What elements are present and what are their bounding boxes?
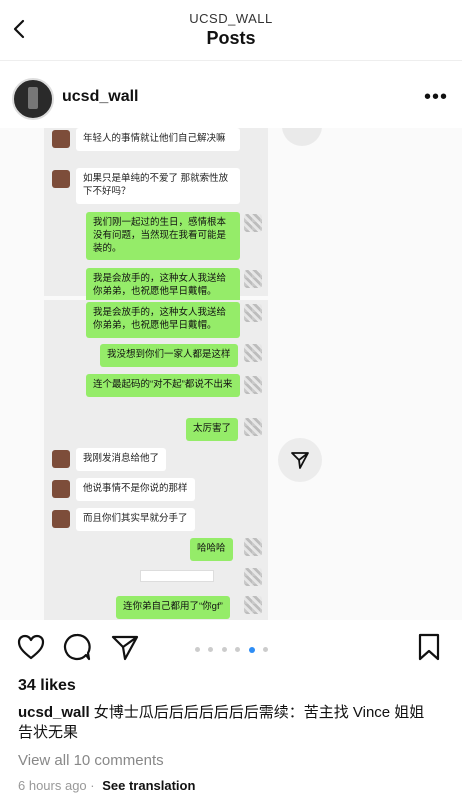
chat-bubble: 我刚发消息给他了 xyxy=(76,448,167,471)
avatar[interactable] xyxy=(12,78,54,120)
chat-bubble: 如果只是单纯的不爱了 那就索性放下不好吗？ xyxy=(76,168,240,204)
chat-bubble: 我们刚一起过的生日，感情根本没有问题，当然现在我看可能是装的。 xyxy=(86,212,240,261)
like-count[interactable]: 34 likes xyxy=(18,677,76,695)
chat-screenshot-top: 年轻人的事情就让他们自己解决嘛 如果只是单纯的不爱了 那就索性放下不好吗？ 我们… xyxy=(44,128,268,304)
chat-bubble: 他说事情不是你说的那样 xyxy=(76,478,195,501)
action-row xyxy=(0,628,462,668)
bookmark-icon[interactable] xyxy=(414,632,444,662)
chat-bubble: 连个最起码的“对不起”都说不出来 xyxy=(86,374,240,397)
user-avatar-icon xyxy=(244,270,262,288)
user-avatar-icon xyxy=(244,214,262,232)
carousel-dot xyxy=(263,647,269,653)
owner-username[interactable]: ucsd_wall xyxy=(62,88,138,106)
heart-icon[interactable] xyxy=(16,632,46,662)
send-icon[interactable] xyxy=(110,632,140,662)
see-translation-link[interactable]: See translation xyxy=(102,778,195,793)
user-avatar-icon xyxy=(244,418,262,436)
user-avatar-icon xyxy=(244,596,262,614)
comment-icon[interactable] xyxy=(62,632,92,662)
contact-avatar-icon xyxy=(52,130,70,148)
carousel-indicator xyxy=(195,641,272,653)
chat-bubble: 年轻人的事情就让他们自己解决嘛 xyxy=(76,128,240,151)
caption-username[interactable]: ucsd_wall xyxy=(18,704,90,721)
carousel-dot-active xyxy=(248,646,255,653)
carousel-dot xyxy=(195,647,200,653)
contact-avatar-icon xyxy=(52,510,70,528)
user-avatar-icon xyxy=(244,376,262,394)
chat-bubble: 哈哈哈 xyxy=(190,538,233,561)
contact-avatar-icon xyxy=(52,170,70,188)
post-owner-row: ucsd_wall ••• xyxy=(0,74,462,122)
carousel-dot xyxy=(235,647,241,653)
post-image[interactable]: 年轻人的事情就让他们自己解决嘛 如果只是单纯的不爱了 那就索性放下不好吗？ 我们… xyxy=(0,128,462,620)
account-label: UCSD_WALL xyxy=(189,11,273,26)
chat-bubble: 我没想到你们一家人都是这样 xyxy=(100,344,238,367)
user-avatar-icon xyxy=(244,344,262,362)
view-comments-link[interactable]: View all 10 comments xyxy=(18,752,164,769)
user-avatar-icon xyxy=(244,538,262,556)
chat-bubble: 而且你们其实早就分手了 xyxy=(76,508,195,531)
post-time: 6 hours ago xyxy=(18,778,87,793)
carousel-dot xyxy=(208,647,214,653)
user-avatar-icon xyxy=(244,304,262,322)
share-button[interactable] xyxy=(278,438,322,482)
share-circle-top xyxy=(282,128,322,146)
carousel-dot xyxy=(221,647,227,653)
quoted-image-thumbnail xyxy=(140,570,214,582)
chat-bubble: 我是会放手的，这种女人我送给你弟弟，也祝愿他早日戴帽。 xyxy=(86,268,240,304)
chat-bubble: 我是会放手的，这种女人我送给你弟弟，也祝愿他早日戴帽。 xyxy=(86,302,240,338)
chat-bubble: 太厉害了 xyxy=(186,418,239,441)
chat-screenshot-bottom: 我是会放手的，这种女人我送给你弟弟，也祝愿他早日戴帽。 我没想到你们一家人都是这… xyxy=(44,300,268,620)
chat-bubble: 连你弟自己都用了“你gf” xyxy=(116,596,230,619)
top-bar: UCSD_WALL Posts xyxy=(0,0,462,61)
post-meta: 6 hours ago · See translation xyxy=(18,778,196,793)
contact-avatar-icon xyxy=(52,450,70,468)
user-avatar-icon xyxy=(244,568,262,586)
more-options-icon[interactable]: ••• xyxy=(424,86,448,109)
contact-avatar-icon xyxy=(52,480,70,498)
page-title: Posts xyxy=(206,28,256,48)
post-caption: ucsd_wall 女博士瓜后后后后后后后需续：苦主找 Vince 姐姐告状无果 xyxy=(18,703,438,744)
